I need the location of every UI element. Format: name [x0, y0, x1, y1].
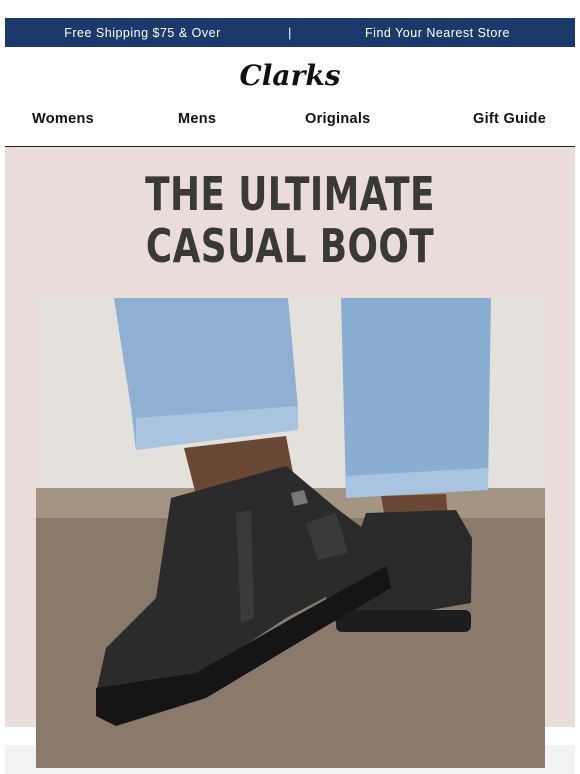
free-shipping-link[interactable]: Free Shipping $75 & Over — [5, 26, 280, 40]
headline-line-1: THE ULTIMATE — [145, 167, 435, 221]
nav-item-gift-guide[interactable]: Gift Guide — [473, 111, 546, 127]
ankle-boot-photo-icon — [36, 298, 545, 768]
promo-bar: Free Shipping $75 & Over | Find Your Nea… — [5, 18, 575, 47]
headline-line-2: CASUAL BOOT — [145, 219, 435, 273]
nav-item-originals[interactable]: Originals — [305, 111, 371, 127]
logo-text: Clarks — [240, 59, 341, 92]
promo-separator: | — [288, 25, 292, 40]
find-store-link[interactable]: Find Your Nearest Store — [300, 26, 575, 40]
nav-item-mens[interactable]: Mens — [178, 111, 216, 127]
boot-photo[interactable] — [36, 298, 545, 768]
main-nav: Womens Mens Originals Gift Guide — [5, 106, 575, 147]
hero-headline: THE ULTIMATE CASUAL BOOT — [68, 168, 513, 272]
clarks-logo[interactable]: Clarks — [0, 58, 580, 94]
nav-item-womens[interactable]: Womens — [32, 111, 94, 127]
